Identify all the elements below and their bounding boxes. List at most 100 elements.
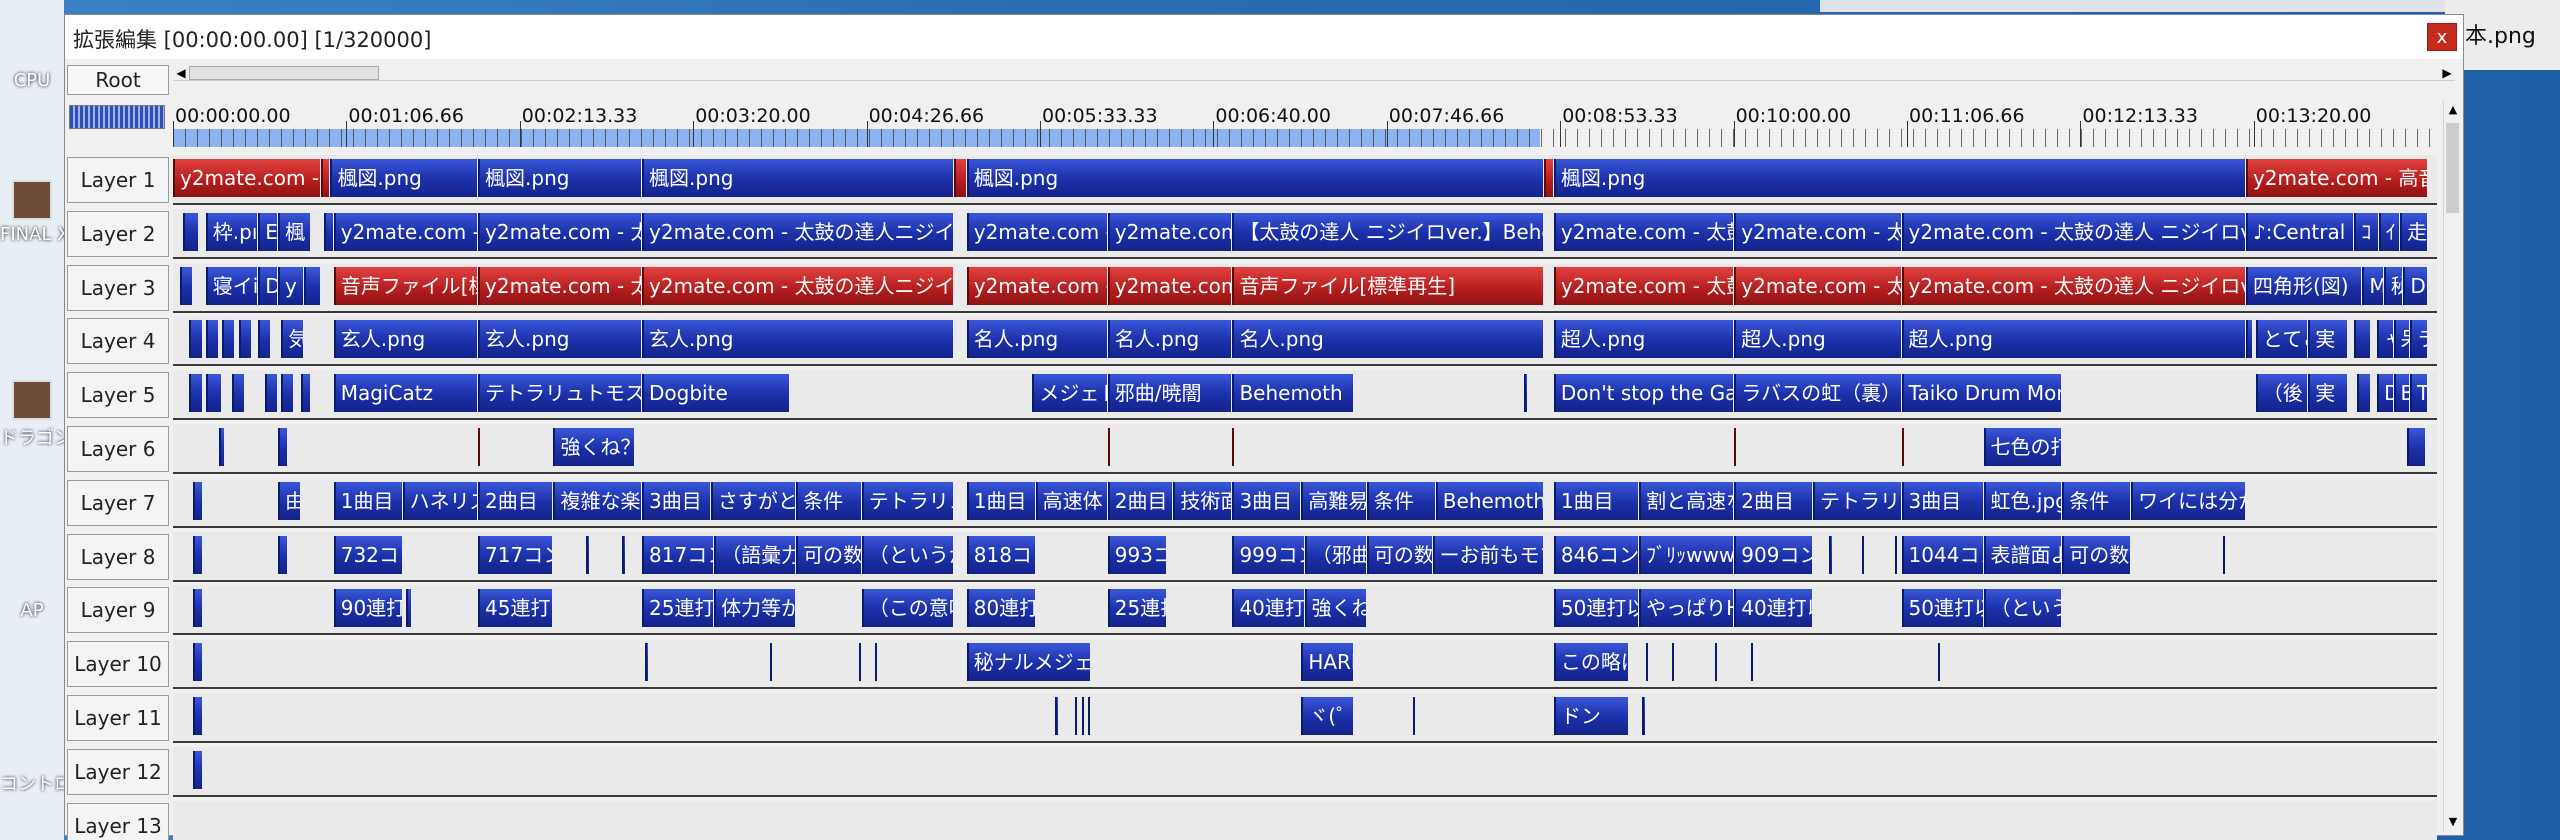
layer-track[interactable]: 強くね？ 七色の打 — [173, 424, 2437, 474]
timeline-clip[interactable] — [192, 697, 202, 735]
layer-label[interactable]: Layer 5 — [67, 372, 169, 419]
timeline-clip[interactable]: 817コン — [642, 535, 714, 574]
timeline-clip[interactable] — [320, 159, 330, 197]
timeline-clip[interactable]: 楓図.png — [1553, 159, 2245, 197]
timeline-clip[interactable]: y — [277, 266, 304, 305]
timeline-clip[interactable]: 名人.png — [966, 320, 1107, 359]
timeline-clip[interactable]: y2mate.com — [1107, 212, 1232, 251]
timeline-clip[interactable]: ワイには分か — [2131, 481, 2245, 520]
timeline-clip[interactable]: 技術面 — [1173, 481, 1232, 520]
timeline-clip[interactable] — [281, 374, 294, 413]
timeline-clip[interactable] — [192, 535, 202, 574]
scroll-right-icon[interactable]: ▶ — [2439, 65, 2455, 81]
timeline-clip[interactable]: Taiko Drum Mons — [1901, 374, 2062, 413]
timeline-clip[interactable]: y2mate.com - 高音 — [2245, 159, 2427, 197]
timeline-clip[interactable] — [218, 428, 225, 466]
timeline-clip[interactable] — [189, 320, 202, 359]
timeline-clip[interactable]: 818コン — [966, 535, 1035, 574]
scroll-left-icon[interactable]: ◀ — [173, 65, 189, 81]
desktop-icon-control[interactable]: コントロ — [0, 770, 64, 796]
timeline-clip[interactable]: 走 — [2400, 212, 2427, 251]
timeline-clip[interactable] — [2245, 320, 2252, 359]
layer-label[interactable]: Layer 11 — [67, 695, 169, 741]
timeline-clip[interactable]: さすがとは — [710, 481, 796, 520]
timeline-clip[interactable]: y2mate.com - 太鼓 — [1553, 266, 1734, 305]
timeline-clip[interactable] — [1734, 428, 1737, 466]
timeline-clip[interactable]: 1曲目 — [966, 481, 1035, 520]
layer-track[interactable] — [173, 746, 2437, 797]
timeline-clip[interactable]: 邪曲/暁闇 — [1107, 374, 1232, 413]
desktop-icon-final[interactable]: FINAL XV BE — [0, 180, 64, 245]
timeline-clip[interactable]: 846コンボ — [1553, 535, 1639, 574]
timeline-clip[interactable]: 複雑な楽 — [553, 481, 642, 520]
timeline-clip[interactable] — [182, 212, 199, 251]
timeline-clip[interactable] — [769, 643, 773, 682]
timeline-clip[interactable] — [1075, 697, 1078, 735]
timeline-clip[interactable]: 2曲目 — [1107, 481, 1173, 520]
timeline-clip[interactable] — [1829, 535, 1832, 574]
timeline-clip[interactable]: ハネリズム — [402, 481, 478, 520]
timeline-clip[interactable]: y2mate.com — [1107, 266, 1232, 305]
timeline-clip[interactable] — [622, 535, 625, 574]
timeline-clip[interactable]: ｲ — [2378, 212, 2400, 251]
timeline-clip[interactable]: 条件 — [2062, 481, 2131, 520]
timeline-clip[interactable]: 名人.png — [1232, 320, 1544, 359]
timeline-clip[interactable] — [300, 374, 310, 413]
timeline-clip[interactable]: ﾌﾞﾘｯwww — [1639, 535, 1734, 574]
timeline-clip[interactable]: y2mate.com - 太鼓の達人 ニジイロver — [1901, 266, 2245, 305]
layer-label[interactable]: Layer 7 — [67, 479, 169, 526]
timeline-clip[interactable]: Behemoth — [1232, 374, 1353, 413]
timeline-clip[interactable]: y2mate.com - — [966, 266, 1107, 305]
timeline-clip[interactable]: 四角形(図) — [2245, 266, 2362, 305]
timeline-clip[interactable]: ラ — [2409, 320, 2427, 359]
timeline-clip[interactable]: 高速体 — [1035, 481, 1107, 520]
layer-track[interactable]: 枠.pıE楓y2mate.com - ;y2mate.com - 太y2mate… — [173, 208, 2437, 259]
timeline-clip[interactable]: 717コンボ — [478, 535, 553, 574]
timeline-clip[interactable]: y2mate.com - 太鼓 — [1553, 212, 1734, 251]
layer-label[interactable]: Layer 6 — [67, 426, 169, 472]
timeline-clip[interactable]: y2mate.com - 高 — [173, 159, 320, 197]
timeline-clip[interactable] — [586, 535, 589, 574]
timeline-clip[interactable]: 2曲目 — [1734, 481, 1812, 520]
timeline-clip[interactable]: 実 — [2308, 374, 2347, 413]
close-button[interactable]: x — [2427, 23, 2457, 51]
timeline-clip[interactable]: y2mate.com - 太鼓の達人ニジイロv — [642, 212, 953, 251]
timeline-clip[interactable]: 条件 — [1366, 481, 1435, 520]
timeline-clip[interactable] — [1088, 697, 1091, 735]
timeline-clip[interactable]: D — [2403, 266, 2427, 305]
timeline-clip[interactable]: 可の数 — [1366, 535, 1432, 574]
layer-track[interactable]: 90連打45連打25連打体力等が（この意味80連打25連打40連打強くね50連打… — [173, 585, 2437, 636]
layer-label[interactable]: Layer 1 — [67, 157, 169, 203]
timeline-clip[interactable]: 気 — [281, 320, 304, 359]
timeline-clip[interactable]: （語彙力 — [714, 535, 796, 574]
layer-track[interactable]: MagiCatzテトラリュトモスフォトDogbite メジェド2邪曲/暁闇Behe… — [173, 370, 2437, 421]
timeline-clip[interactable]: 虹色.jpg — [1983, 481, 2062, 520]
layer-track[interactable]: 秘ナルメジェドノ HARD この略は — [173, 639, 2437, 690]
timeline-clip[interactable]: 由 — [277, 481, 300, 520]
timeline-clip[interactable]: 条件 — [796, 481, 861, 520]
timeline-clip[interactable]: （邪曲 — [1304, 535, 1366, 574]
timeline-clip[interactable]: y2mate.com - — [966, 212, 1107, 251]
timeline-clip[interactable]: 体力等が — [714, 589, 796, 628]
timeline-horizontal-scrollbar[interactable]: ◀ ▶ — [173, 65, 2455, 81]
timeline-clip[interactable]: テトラリュト — [1813, 481, 1901, 520]
desktop-icon-cpu[interactable]: CPU — [0, 70, 64, 91]
timeline-clip[interactable]: ャ — [2377, 320, 2393, 359]
scroll-up-icon[interactable]: ▲ — [2444, 101, 2462, 119]
timeline-clip[interactable] — [205, 374, 222, 413]
layer-vertical-scrollbar[interactable]: ▲ ▼ — [2443, 101, 2461, 831]
timeline-clip[interactable] — [192, 750, 202, 789]
timeline-clip[interactable]: 音声ファイル[標] — [333, 266, 478, 305]
timeline-clip[interactable] — [277, 428, 287, 466]
timeline-clip[interactable]: 強くね？ — [553, 428, 635, 466]
timeline-clip[interactable]: この略は — [1553, 643, 1629, 682]
layer-track[interactable]: y2mate.com - 高楓図.png楓図.png楓図.png楓図.png楓図… — [173, 155, 2437, 205]
root-button[interactable]: Root — [67, 65, 169, 95]
timeline-clip[interactable] — [478, 428, 481, 466]
scroll-down-icon[interactable]: ▼ — [2444, 813, 2462, 831]
timeline-clip[interactable]: B — [2393, 374, 2409, 413]
layer-label[interactable]: Layer 3 — [67, 264, 169, 311]
timeline-clip[interactable]: T — [2409, 374, 2427, 413]
timeline-clip[interactable] — [222, 320, 235, 359]
timeline-clip[interactable]: 1044コン — [1901, 535, 1983, 574]
